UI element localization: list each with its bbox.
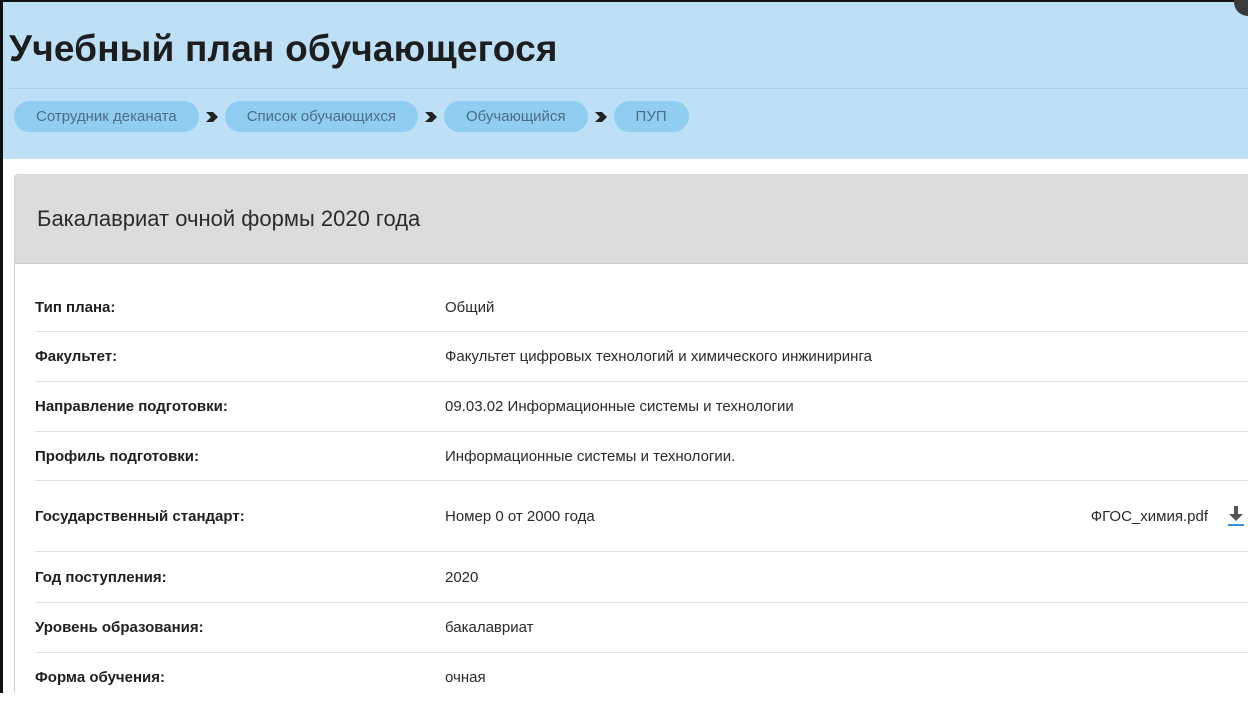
detail-row-admission-year: Год поступления: 2020 <box>35 552 1248 603</box>
detail-label: Государственный стандарт: <box>35 508 245 525</box>
detail-row-direction: Направление подготовки: 09.03.02 Информа… <box>35 382 1248 432</box>
panel-title: Бакалавриат очной формы 2020 года <box>37 206 421 231</box>
detail-value: очная <box>445 669 486 686</box>
download-icon[interactable] <box>1226 505 1246 527</box>
breadcrumb-item-pup[interactable]: ПУП <box>613 101 689 132</box>
detail-row-education-level: Уровень образования: бакалавриат <box>35 603 1248 653</box>
detail-label: Тип плана: <box>35 299 116 316</box>
detail-value: Номер 0 от 2000 года <box>445 508 595 525</box>
detail-row-profile: Профиль подготовки: Информационные систе… <box>35 432 1248 481</box>
corner-close-icon[interactable] <box>1234 0 1248 16</box>
study-plan-panel: Бакалавриат очной формы 2020 года Тип пл… <box>14 174 1248 693</box>
detail-row-faculty: Факультет: Факультет цифровых технологий… <box>35 332 1248 382</box>
detail-row-study-form: Форма обучения: очная <box>35 653 1248 701</box>
standard-file-link[interactable]: ФГОС_химия.pdf <box>1091 508 1208 525</box>
page-title: Учебный план обучающегося <box>9 28 558 69</box>
detail-value: 2020 <box>445 569 479 586</box>
header-divider <box>9 88 1248 89</box>
detail-label: Год поступления: <box>35 569 167 586</box>
panel-header: Бакалавриат очной формы 2020 года <box>15 175 1248 264</box>
detail-label: Форма обучения: <box>35 669 165 686</box>
detail-label: Профиль подготовки: <box>35 448 200 465</box>
detail-label: Факультет: <box>35 348 118 365</box>
detail-value: Общий <box>445 299 495 316</box>
breadcrumb-separator-icon <box>418 101 444 132</box>
detail-value: Информационные системы и технологии. <box>445 448 736 465</box>
detail-row-plan-type: Тип плана: Общий <box>35 285 1248 332</box>
page-header: Учебный план обучающегося Сотрудник дека… <box>3 0 1248 159</box>
breadcrumb-item-dean-staff[interactable]: Сотрудник деканата <box>14 101 199 132</box>
breadcrumb-separator-icon <box>588 101 614 132</box>
detail-label: Направление подготовки: <box>35 398 228 415</box>
breadcrumb-separator-icon <box>199 101 225 132</box>
breadcrumb-item-student[interactable]: Обучающийся <box>443 101 588 132</box>
detail-row-state-standard: Государственный стандарт: Номер 0 от 200… <box>35 481 1248 552</box>
detail-value: 09.03.02 Информационные системы и технол… <box>445 398 794 415</box>
detail-value: Факультет цифровых технологий и химическ… <box>445 348 872 365</box>
plan-details: Тип плана: Общий Факультет: Факультет ци… <box>35 285 1248 701</box>
breadcrumb: Сотрудник деканата Список обучающихся Об… <box>14 101 689 132</box>
detail-value: бакалавриат <box>445 619 534 636</box>
breadcrumb-item-students-list[interactable]: Список обучающихся <box>224 101 418 132</box>
detail-label: Уровень образования: <box>35 619 204 636</box>
